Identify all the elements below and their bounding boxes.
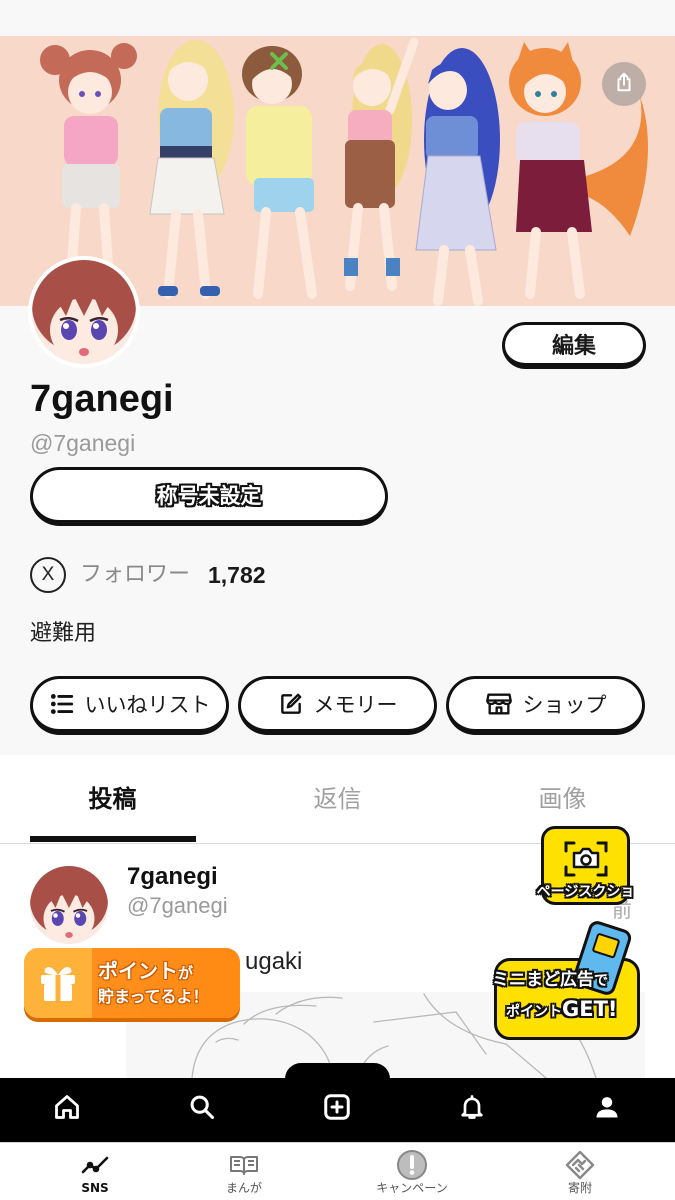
bell-icon[interactable] <box>448 1083 496 1131</box>
tab-bar-manga-label: まんが <box>225 1181 262 1195</box>
exclamation-icon <box>396 1149 428 1181</box>
search-icon[interactable] <box>178 1083 226 1131</box>
shop-label: ショップ <box>522 693 607 717</box>
trend-icon <box>80 1149 110 1181</box>
share-button[interactable] <box>602 62 646 106</box>
tab-bar-donation-label: 寄附 <box>567 1181 592 1195</box>
active-tab-indicator <box>30 836 196 842</box>
tab-bar-campaign-label: キャンペーン <box>376 1181 448 1195</box>
follower-count[interactable]: 1,782 <box>208 560 266 590</box>
display-name: 7ganegi <box>30 378 174 420</box>
app-tab-bar: SNS まんが キャンペーン 寄附 <box>0 1142 675 1200</box>
memory-button[interactable]: メモリー <box>238 676 437 735</box>
tab-images[interactable]: 画像 <box>450 755 675 837</box>
points-banner-line1: ポイントが <box>98 959 194 983</box>
book-icon <box>229 1149 259 1181</box>
edit-profile-button[interactable]: 編集 <box>502 322 646 369</box>
bottom-nav <box>0 1078 675 1142</box>
gift-icon <box>24 948 92 1018</box>
mini-ad-line2[interactable]: ポイントGET! <box>506 996 640 1025</box>
edit-profile-label: 編集 <box>551 334 596 359</box>
camera-icon <box>562 839 610 883</box>
list-icon <box>49 691 75 717</box>
user-handle: @7ganegi <box>30 430 136 456</box>
tab-bar-sns-label: SNS <box>81 1181 109 1195</box>
home-icon[interactable] <box>43 1083 91 1131</box>
tab-bar-campaign[interactable]: キャンペーン <box>352 1149 472 1199</box>
x-link-icon[interactable]: X <box>30 557 66 593</box>
memory-label: メモリー <box>313 693 398 717</box>
post-author-handle: @7ganegi <box>127 893 228 918</box>
tab-posts[interactable]: 投稿 <box>0 755 225 837</box>
follower-label[interactable]: フォロワー <box>80 560 190 590</box>
title-badge-label: 称号未設定 <box>156 484 262 508</box>
tab-replies[interactable]: 返信 <box>225 755 450 837</box>
title-badge-button[interactable]: 称号未設定 <box>30 467 388 526</box>
add-post-icon[interactable] <box>313 1083 361 1131</box>
post-text: ugaki <box>245 948 303 975</box>
shop-icon <box>485 690 513 718</box>
page-screenshot-label[interactable]: ページスクショ <box>533 882 638 902</box>
profile-bio: 避難用 <box>30 621 97 646</box>
tab-bar-donation[interactable]: 寄附 <box>520 1149 640 1199</box>
status-bar <box>0 0 675 36</box>
share-icon <box>613 71 635 97</box>
edit-note-icon <box>278 691 304 717</box>
mini-ad-line1[interactable]: ミニまど広告で <box>492 968 632 993</box>
points-banner[interactable]: ポイントが 貯まってるよ！ <box>24 948 240 1018</box>
like-list-label: いいねリスト <box>84 693 211 717</box>
tab-bar-manga[interactable]: まんが <box>184 1149 304 1199</box>
profile-avatar[interactable] <box>28 256 140 368</box>
post-author-avatar[interactable] <box>30 866 108 944</box>
handshake-icon <box>564 1149 596 1181</box>
post-author-name[interactable]: 7ganegi <box>127 862 218 892</box>
profile-page: 編集 7ganegi @7ganegi 称号未設定 X フォロワー 1,782 … <box>0 0 675 1200</box>
shop-button[interactable]: ショップ <box>446 676 645 735</box>
profile-icon[interactable] <box>583 1083 631 1131</box>
tab-bar-sns[interactable]: SNS <box>35 1149 155 1199</box>
points-banner-line2: 貯まってるよ！ <box>98 987 209 1006</box>
like-list-button[interactable]: いいねリスト <box>30 676 229 735</box>
